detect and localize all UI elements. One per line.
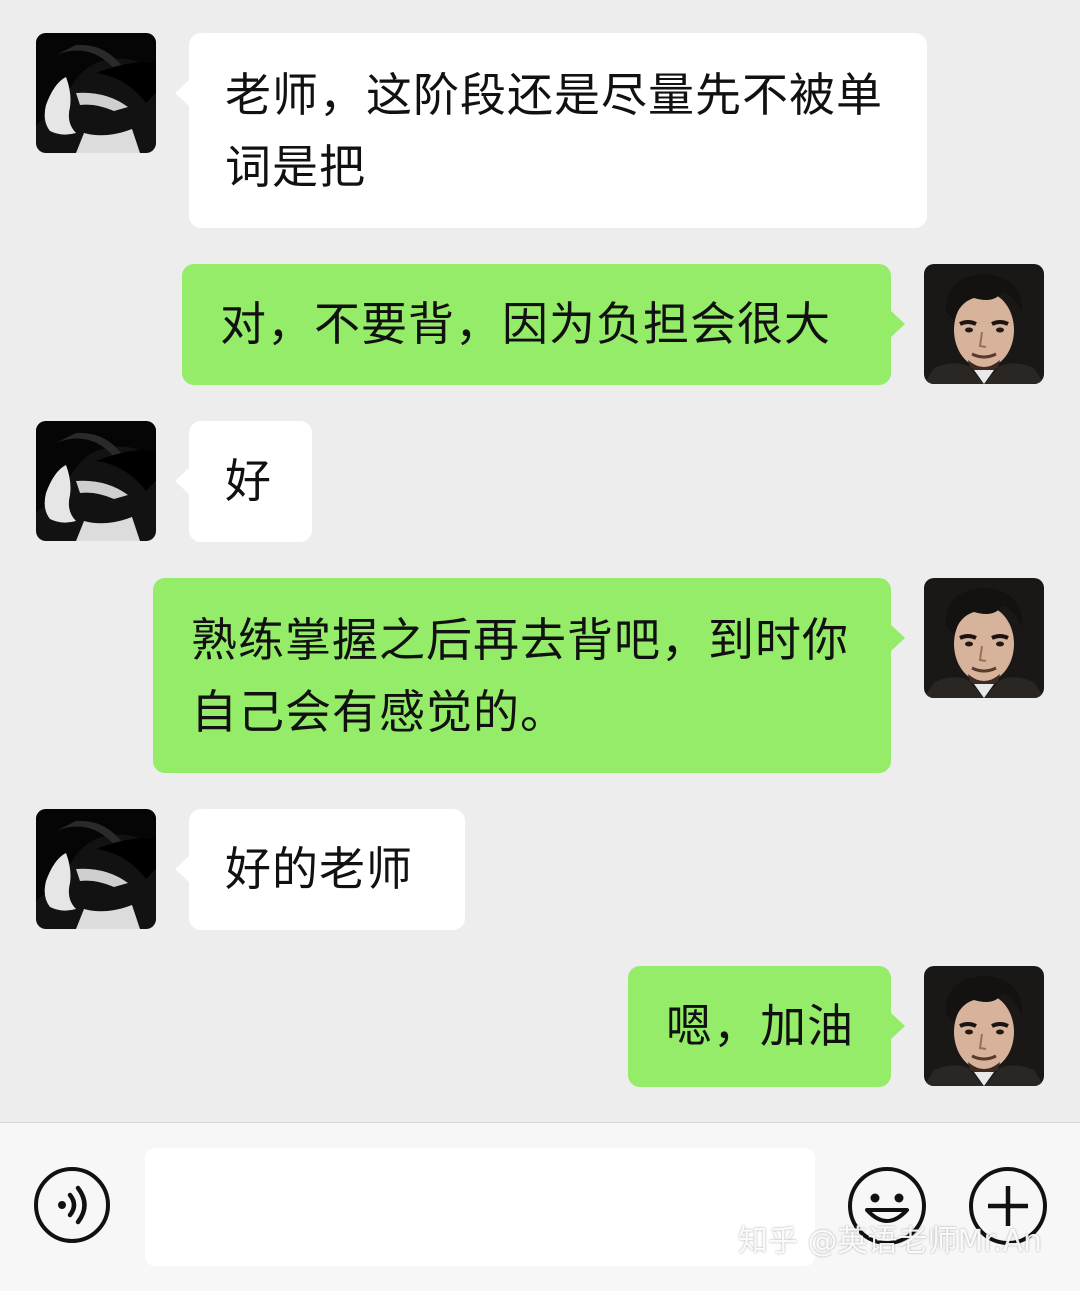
teacher-avatar-image	[924, 578, 1044, 698]
message-text: 好的老师	[225, 842, 413, 896]
student-avatar-image	[36, 421, 156, 541]
student-avatar-image	[36, 33, 156, 153]
teacher-avatar[interactable]	[924, 578, 1044, 698]
incoming-message-bubble[interactable]: 好的老师	[175, 809, 465, 930]
teacher-avatar[interactable]	[924, 264, 1044, 384]
student-avatar[interactable]	[36, 809, 156, 929]
student-avatar-image	[36, 809, 156, 929]
voice-icon	[34, 1167, 110, 1243]
outgoing-message-bubble[interactable]: 对，不要背，因为负担会很大	[182, 264, 905, 385]
message-input[interactable]	[145, 1148, 815, 1266]
message-text: 好	[225, 454, 272, 508]
message-text: 熟练掌握之后再去背吧，到时你自己会有感觉的。	[191, 613, 849, 739]
voice-button[interactable]	[33, 1166, 111, 1244]
message-text: 老师，这阶段还是尽量先不被单词是把	[225, 68, 883, 194]
student-avatar[interactable]	[36, 421, 156, 541]
message-text: 对，不要背，因为负担会很大	[220, 297, 831, 351]
teacher-avatar[interactable]	[924, 966, 1044, 1086]
incoming-message-bubble[interactable]: 好	[175, 421, 312, 542]
incoming-message-bubble[interactable]: 老师，这阶段还是尽量先不被单词是把	[175, 33, 927, 228]
student-avatar[interactable]	[36, 33, 156, 153]
teacher-avatar-image	[924, 264, 1044, 384]
outgoing-message-bubble[interactable]: 熟练掌握之后再去背吧，到时你自己会有感觉的。	[153, 578, 905, 773]
chat-area: 老师，这阶段还是尽量先不被单词是把 对，不要背，因为负担会很大 好 熟练掌握之后…	[0, 0, 1080, 1122]
outgoing-message-bubble[interactable]: 嗯，加油	[628, 966, 905, 1087]
message-text: 嗯，加油	[666, 999, 854, 1053]
teacher-avatar-image	[924, 966, 1044, 1086]
watermark: 知乎 @英语老师Mr.An	[738, 1224, 1043, 1259]
